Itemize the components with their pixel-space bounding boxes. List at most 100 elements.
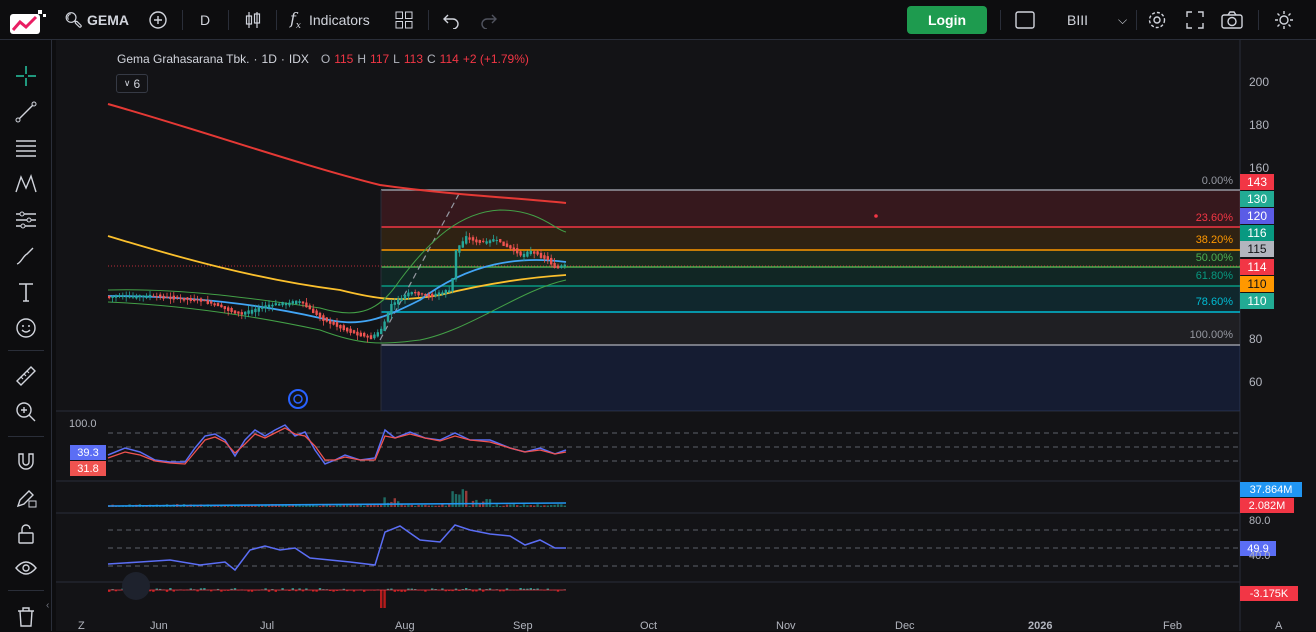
delete-tool[interactable] (12, 603, 40, 631)
compare-button[interactable] (148, 0, 168, 40)
fib-label-text: 38.20% (1195, 234, 1233, 246)
visibility-tool[interactable] (12, 554, 40, 582)
legend-interval: 1D (261, 52, 277, 66)
chart-type-button[interactable] (243, 0, 263, 40)
chart-area[interactable]: Gema Grahasarana Tbk. · 1D · IDX O 115 H1… (56, 40, 1316, 631)
forecast-tool[interactable] (12, 206, 40, 234)
candle-body (213, 303, 216, 306)
candle-body (162, 295, 165, 299)
expand-button[interactable] (1186, 0, 1204, 40)
volume-bar (427, 505, 430, 507)
brush-tool[interactable] (12, 242, 40, 270)
collapse-toolbar-icon[interactable]: ‹ (46, 600, 49, 611)
candle-body (363, 332, 366, 337)
redo-button[interactable] (480, 0, 498, 40)
settings-button[interactable] (1147, 0, 1167, 40)
magnet-tool[interactable] (12, 448, 40, 476)
square-icon (1015, 11, 1035, 29)
undo-button[interactable] (442, 0, 460, 40)
volume-bar (516, 505, 519, 507)
magnet-icon (18, 453, 34, 470)
eye-icon (15, 561, 37, 575)
symbol-legend[interactable]: Gema Grahasarana Tbk. · 1D · IDX O 115 H1… (117, 52, 529, 66)
crosshair-icon (16, 66, 36, 86)
volume-bar (563, 505, 566, 507)
candle-body (257, 307, 260, 312)
zoom-tool[interactable] (12, 398, 40, 426)
volume-bar (434, 505, 437, 507)
price-tag: 110 (1240, 293, 1274, 309)
plus-circle-icon (149, 11, 167, 29)
volume-bar (305, 505, 308, 507)
candle-body (227, 307, 230, 311)
lock-drawings-tool[interactable] (12, 484, 40, 512)
candle-body (397, 298, 400, 305)
candle-body (556, 265, 560, 269)
sun-icon (1275, 11, 1293, 29)
candle-body (451, 278, 454, 292)
macd-value-tag: -3.175K (1240, 586, 1298, 601)
broker-select[interactable]: BIII ⌵ (1067, 0, 1127, 40)
text-tool[interactable] (12, 278, 40, 306)
theme-toggle[interactable] (1274, 0, 1294, 40)
lock-tool[interactable] (12, 520, 40, 548)
price-tag: 115 (1240, 241, 1274, 257)
volume-bar (417, 505, 420, 507)
candle-body (383, 321, 386, 331)
emoji-tool[interactable] (12, 314, 40, 342)
volume-bar (444, 505, 447, 507)
crosshair-tool[interactable] (12, 62, 40, 90)
legend-close-label: C (427, 52, 436, 66)
login-button[interactable]: Login (907, 6, 987, 34)
candle-body (461, 241, 464, 248)
measure-tool[interactable] (12, 362, 40, 390)
time-axis-label: Nov (776, 620, 796, 632)
candle-body (312, 308, 315, 314)
indicators-button[interactable]: fx Indicators (290, 0, 370, 40)
trendline-tool[interactable] (12, 98, 40, 126)
fib-label-text: 78.60% (1195, 296, 1233, 308)
candle-body (471, 237, 475, 241)
snapshot-button[interactable] (1221, 0, 1243, 40)
chart-canvas[interactable] (56, 40, 1316, 631)
time-axis-label: Z (78, 620, 85, 632)
candle-body (264, 305, 267, 309)
zoom-in-icon (16, 402, 36, 422)
interval-button[interactable]: D (200, 0, 210, 40)
app-logo[interactable] (8, 8, 48, 38)
smiley-icon (16, 318, 36, 338)
candle-body (420, 293, 424, 295)
volume-bar (315, 505, 318, 507)
price-axis-label: 200 (1249, 75, 1270, 89)
symbol-search[interactable]: 🔍︎ GEMA (64, 0, 129, 40)
candle-body (431, 293, 434, 298)
volume-bar (373, 504, 376, 507)
candle-body (414, 292, 417, 294)
fullscreen-toggle[interactable] (1015, 0, 1035, 40)
layouts-button[interactable] (395, 0, 413, 40)
fib-label: 61.80% (1173, 270, 1233, 282)
volume-ma-tag: 37.864M (1240, 482, 1302, 497)
candle-body (427, 294, 430, 298)
fib-label: 38.20% (1173, 234, 1233, 246)
pattern-tool[interactable] (12, 170, 40, 198)
candle-body (424, 293, 427, 296)
candle-body (155, 296, 158, 298)
candle-body (444, 290, 447, 295)
volume-bar (451, 491, 454, 507)
redo-icon (481, 14, 497, 29)
candle-body (512, 247, 515, 252)
candle-body (189, 297, 192, 301)
candle-body (516, 248, 519, 254)
gear-icon (1148, 11, 1166, 29)
candle-body (186, 297, 189, 300)
candle-body (267, 304, 271, 308)
indicators-toggle[interactable]: ∨ 6 (116, 74, 148, 93)
legend-exchange: IDX (288, 52, 309, 66)
volume-bar (448, 504, 451, 507)
price-tag: 120 (1240, 208, 1274, 224)
candle-body (373, 334, 376, 339)
volume-bar (522, 504, 526, 507)
fib-tool[interactable] (12, 134, 40, 162)
candle-body (478, 240, 481, 243)
